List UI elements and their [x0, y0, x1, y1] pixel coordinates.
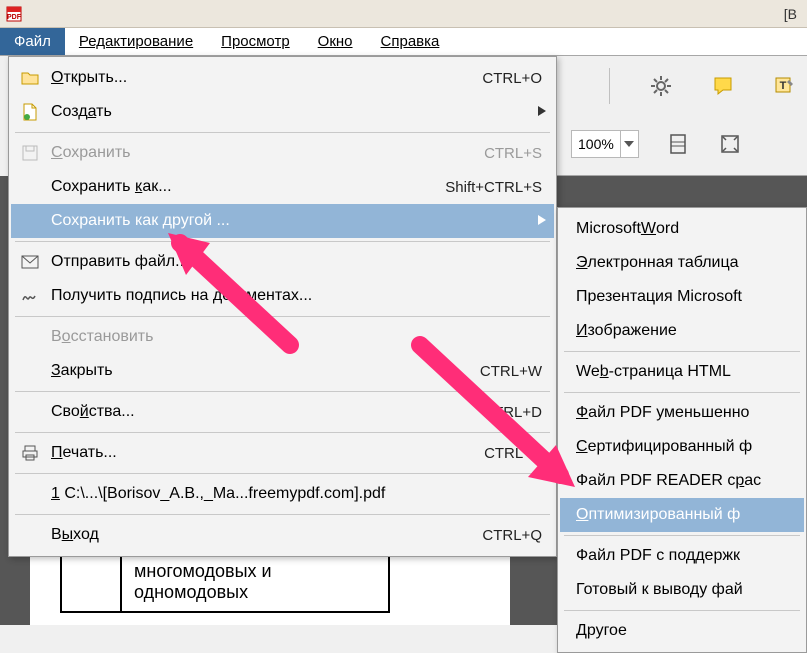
menu-separator — [15, 473, 550, 474]
toolbar: T 100% — [557, 56, 807, 176]
submenu-spreadsheet[interactable]: Электронная таблица — [560, 246, 804, 280]
submenu-other[interactable]: Другое — [560, 614, 804, 648]
shortcut: CTRL+O — [482, 70, 542, 87]
menu-separator — [15, 132, 550, 133]
file-menu-dropdown: ООткрыть...ткрыть... CTRL+O Создать Сохр… — [8, 56, 557, 557]
menu-separator — [15, 391, 550, 392]
submenu-certified-pdf[interactable]: Сертифицированный ф — [560, 430, 804, 464]
menu-separator — [15, 432, 550, 433]
menu-properties[interactable]: Свойства... CTRL+D — [11, 395, 554, 429]
svg-text:PDF: PDF — [7, 14, 22, 21]
signature-icon — [19, 285, 41, 307]
submenu-optimized-pdf[interactable]: Оптимизированный ф — [560, 498, 804, 532]
menu-restore: Восстановить — [11, 320, 554, 354]
menu-edit[interactable]: Редактирование — [65, 28, 207, 55]
submenu-archive-pdf[interactable]: Файл PDF с поддержк — [560, 539, 804, 573]
window-title: [В — [28, 6, 801, 22]
menu-save: Сохранить CTRL+S — [11, 136, 554, 170]
save-icon — [19, 142, 41, 164]
pdf-app-icon: PDF — [6, 6, 22, 22]
menu-save-as[interactable]: Сохранить как... Shift+CTRL+S — [11, 170, 554, 204]
menu-separator — [564, 392, 800, 393]
menu-separator — [15, 514, 550, 515]
print-icon — [19, 442, 41, 464]
menu-print[interactable]: Печать... CTRL+P — [11, 436, 554, 470]
zoom-combo[interactable]: 100% — [571, 130, 639, 158]
scroll-mode-icon[interactable] — [665, 131, 691, 157]
text-edit-icon[interactable]: T — [772, 73, 798, 99]
zoom-value: 100% — [572, 136, 620, 152]
menu-send-file[interactable]: Отправить файл... — [11, 245, 554, 279]
menu-view[interactable]: Просмотр — [207, 28, 304, 55]
menu-get-signature[interactable]: Получить подпись на документах... — [11, 279, 554, 313]
menu-separator — [564, 610, 800, 611]
menu-separator — [15, 241, 550, 242]
mail-icon — [19, 251, 41, 273]
toolbar-separator — [609, 68, 610, 104]
save-as-other-submenu: Microsoft Word Электронная таблица Презе… — [557, 207, 807, 653]
menu-help[interactable]: Справка — [367, 28, 454, 55]
menu-save-as-other[interactable]: Сохранить как другой ... — [11, 204, 554, 238]
menu-separator — [15, 316, 550, 317]
window-titlebar: PDF [В — [0, 0, 807, 28]
menu-close[interactable]: Закрыть CTRL+W — [11, 354, 554, 388]
submenu-word[interactable]: Microsoft Word — [560, 212, 804, 246]
submenu-html[interactable]: Web-страница HTML — [560, 355, 804, 389]
menubar: Файл Редактирование Просмотр Окно Справк… — [0, 28, 807, 56]
submenu-arrow-icon — [538, 212, 546, 230]
gear-icon[interactable] — [648, 73, 674, 99]
menu-open[interactable]: ООткрыть...ткрыть... CTRL+O — [11, 61, 554, 95]
new-file-icon — [19, 101, 41, 123]
comment-icon[interactable] — [710, 73, 736, 99]
svg-text:T: T — [780, 80, 787, 92]
submenu-reader-pdf[interactable]: Файл PDF READER с рас — [560, 464, 804, 498]
submenu-reduced-pdf[interactable]: Файл PDF уменьшенно — [560, 396, 804, 430]
submenu-press-ready[interactable]: Готовый к выводу фай — [560, 573, 804, 607]
menu-separator — [564, 535, 800, 536]
table-cell-text: многомодовых и одномодовых — [121, 552, 389, 612]
fit-page-icon[interactable] — [717, 131, 743, 157]
submenu-image[interactable]: Изображение — [560, 314, 804, 348]
menu-create[interactable]: Создать — [11, 95, 554, 129]
menu-window[interactable]: Окно — [304, 28, 367, 55]
submenu-powerpoint[interactable]: Презентация Microsoft — [560, 280, 804, 314]
chevron-down-icon[interactable] — [620, 131, 638, 157]
menu-separator — [564, 351, 800, 352]
menu-exit[interactable]: Выход CTRL+Q — [11, 518, 554, 552]
menu-recent-file[interactable]: 1 C:\...\[Borisov_A.B.,_Ma...freemypdf.c… — [11, 477, 554, 511]
folder-open-icon — [19, 67, 41, 89]
submenu-arrow-icon — [538, 103, 546, 121]
menu-file[interactable]: Файл — [0, 28, 65, 55]
